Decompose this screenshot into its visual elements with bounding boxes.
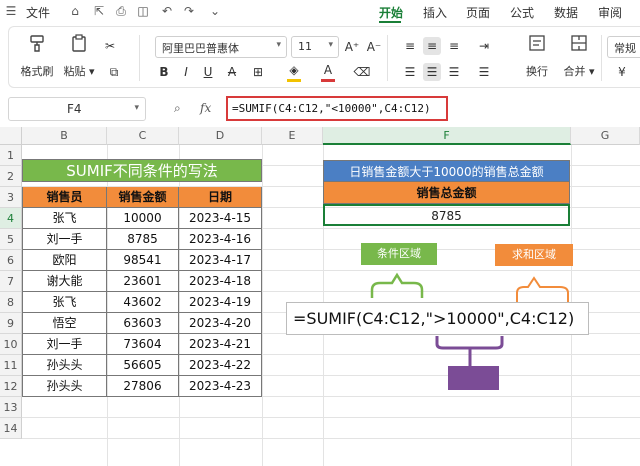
purple-bracket (435, 336, 504, 366)
criteria-marker (448, 366, 499, 390)
annotation-brackets (370, 272, 569, 366)
orange-bracket (516, 276, 569, 302)
annotated-formula: =SUMIF(C4:C12,">10000",C4:C12) (286, 302, 589, 335)
green-bracket (370, 272, 424, 298)
